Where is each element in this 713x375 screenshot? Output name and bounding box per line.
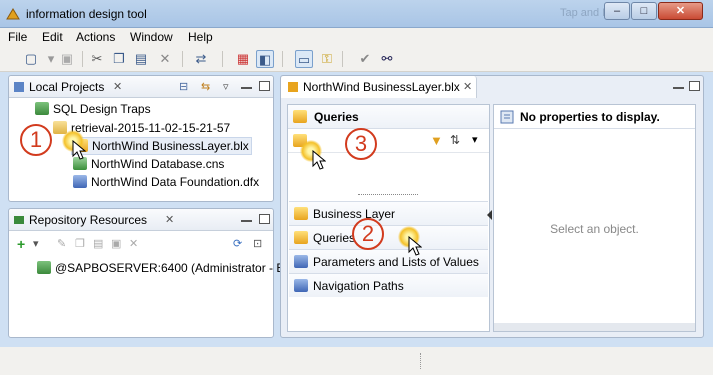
sort-icon[interactable]: ⇅ (450, 133, 460, 147)
paste-icon[interactable]: ▤ (132, 50, 150, 68)
menu-window[interactable]: Window (130, 30, 173, 44)
queries-header-icon (293, 110, 307, 123)
nav-queries[interactable]: Queries (289, 225, 488, 249)
tree-item-project[interactable]: SQL Design Traps (35, 102, 151, 116)
cursor-arrow-icon (312, 150, 326, 170)
copy-icon[interactable]: ❐ (110, 50, 128, 68)
menu-help[interactable]: Help (188, 30, 213, 44)
menu-bar: File Edit Actions Window Help (0, 28, 713, 46)
perspective-icon[interactable]: ◧ (256, 50, 274, 68)
check-icon[interactable]: ✔ (356, 50, 374, 68)
filter-icon[interactable]: ▼ (430, 133, 443, 148)
menu-file[interactable]: File (8, 30, 27, 44)
nav-parameters[interactable]: Parameters and Lists of Values (289, 249, 488, 273)
dropdown-icon[interactable]: ▾ (33, 237, 39, 250)
status-bar (0, 347, 713, 375)
menu-edit[interactable]: Edit (42, 30, 63, 44)
close-tab-icon[interactable]: ✕ (113, 80, 122, 93)
view-menu-icon[interactable]: ▿ (223, 80, 229, 93)
maximize-button[interactable]: □ (631, 2, 657, 20)
annotation-1: 1 (20, 124, 52, 156)
edit-icon[interactable]: ✎ (57, 237, 66, 250)
nav-navigation-paths[interactable]: Navigation Paths (289, 273, 488, 297)
repository-title: Repository Resources (29, 213, 148, 227)
nav-business-layer[interactable]: Business Layer (289, 201, 488, 225)
layout-icon[interactable]: ▭ (295, 50, 313, 68)
main-toolbar: ▢ ▾ ▣ ✂ ❐ ▤ ✕ ⇄ ▦ ◧ ▭ ⚿ ✔ ⚯ (0, 46, 713, 72)
tree-item-data-foundation[interactable]: NorthWind Data Foundation.dfx (73, 175, 259, 189)
close-button[interactable]: ✕ (658, 2, 703, 20)
refresh-icon[interactable]: ⟳ (233, 237, 242, 250)
collapse-arrow-icon[interactable] (487, 210, 492, 220)
queries-header: Queries (314, 110, 359, 124)
properties-pane: No properties to display. Select an obje… (493, 104, 696, 332)
insert-session-icon[interactable]: ⊡ (253, 237, 262, 250)
tree-item-connection[interactable]: NorthWind Database.cns (73, 157, 224, 171)
parameters-icon (294, 255, 308, 268)
properties-empty-text: Select an object. (550, 222, 639, 236)
local-projects-title: Local Projects (29, 80, 105, 94)
db-project-icon (35, 102, 49, 115)
link-icon[interactable]: ⇄ (192, 50, 210, 68)
queries-icon (294, 231, 308, 244)
sync-icon[interactable]: ⇆ (201, 80, 210, 93)
tree-item-business-layer[interactable]: NorthWind BusinessLayer.blx (71, 137, 252, 155)
annotation-2: 2 (352, 218, 384, 250)
minimize-panel-icon[interactable] (241, 85, 252, 89)
cursor-arrow-icon (72, 140, 86, 160)
binoculars-icon[interactable]: ⚯ (378, 50, 396, 68)
minimize-panel-icon[interactable] (673, 85, 684, 89)
repository-panel: Repository Resources ✕ + ▾ ✎ ❐ ▤ ▣ ✕ ⟳ ⊡… (8, 208, 294, 338)
maximize-panel-icon[interactable] (259, 81, 270, 91)
editor-panel: NorthWind BusinessLayer.blx ✕ Queries ▼ … (280, 75, 704, 338)
properties-scrollbar[interactable] (494, 323, 695, 331)
delete-icon[interactable]: ✕ (129, 237, 138, 250)
collapse-icon[interactable]: ⊟ (179, 80, 188, 93)
menu-actions[interactable]: Actions (76, 30, 115, 44)
delete-icon[interactable]: ✕ (156, 50, 174, 68)
cut-icon[interactable]: ✂ (88, 50, 106, 68)
app-icon (5, 7, 21, 21)
business-layer-pane: Queries ▼ ⇅ ▾ Business Layer Queries Par… (287, 104, 490, 332)
status-divider (420, 353, 422, 369)
title-bar: information design tool Tap and Down Tra… (0, 0, 713, 28)
cursor-arrow-icon (408, 236, 422, 256)
close-tab-icon[interactable]: ✕ (463, 80, 472, 93)
repository-session[interactable]: @SAPBOSERVER:6400 (Administrator - Ent (37, 261, 294, 275)
data-foundation-icon (73, 175, 87, 188)
splitter[interactable] (358, 194, 418, 197)
business-layer-icon (294, 207, 308, 220)
navigation-paths-icon (294, 279, 308, 292)
save-icon[interactable]: ▣ (58, 50, 76, 68)
copy-icon[interactable]: ❐ (75, 237, 85, 250)
editor-tab-label: NorthWind BusinessLayer.blx (303, 80, 460, 94)
lock-icon[interactable]: ▣ (111, 237, 121, 250)
add-icon[interactable]: + (17, 236, 25, 252)
annotation-3: 3 (345, 128, 377, 160)
repository-toolbar: + ▾ ✎ ❐ ▤ ▣ ✕ ⟳ ⊡ (9, 231, 273, 255)
close-tab-icon[interactable]: ✕ (165, 213, 174, 226)
editor-tab[interactable]: NorthWind BusinessLayer.blx ✕ (281, 76, 477, 98)
dropdown-icon[interactable]: ▾ (472, 133, 478, 146)
new-icon[interactable]: ▢ (22, 50, 40, 68)
window-title: information design tool (26, 7, 147, 21)
maximize-panel-icon[interactable] (689, 81, 700, 91)
repository-session-icon (37, 261, 51, 274)
maximize-panel-icon[interactable] (259, 214, 270, 224)
properties-title: No properties to display. (520, 110, 660, 124)
folder-icon[interactable]: ▤ (93, 237, 103, 250)
chart-icon[interactable]: ▦ (234, 50, 252, 68)
minimize-button[interactable]: – (604, 2, 630, 20)
minimize-panel-icon[interactable] (241, 218, 252, 222)
security-icon[interactable]: ⚿ (318, 50, 336, 68)
